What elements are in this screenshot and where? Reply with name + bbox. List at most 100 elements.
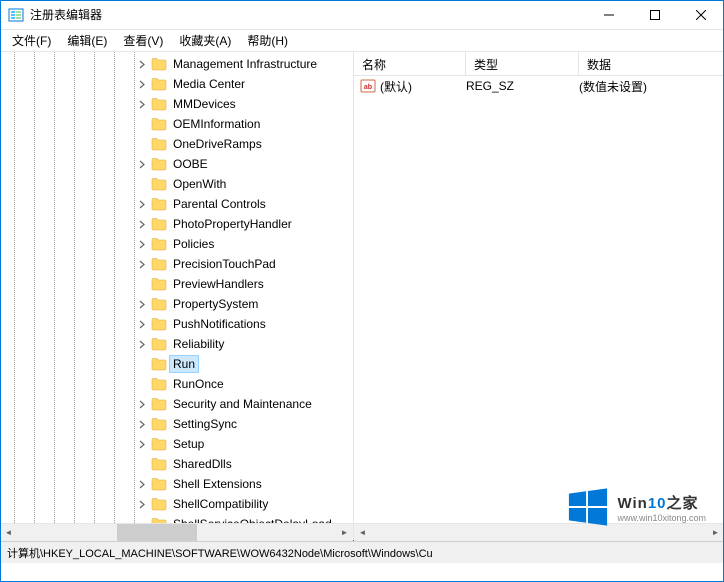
expand-icon[interactable] [135,57,149,71]
menu-help[interactable]: 帮助(H) [239,30,296,51]
tree-horizontal-scrollbar[interactable]: ◄ ► [0,523,353,540]
tree-item[interactable]: Security and Maintenance [135,394,353,414]
value-type: REG_SZ [466,79,579,93]
expand-icon[interactable] [135,77,149,91]
folder-icon [151,77,167,91]
maximize-button[interactable] [632,0,678,30]
scroll-left-icon[interactable]: ◄ [354,524,371,541]
tree-item-label: PreviewHandlers [170,276,267,292]
tree-item[interactable]: PropertySystem [135,294,353,314]
value-name: (默认) [380,78,466,95]
close-button[interactable] [678,0,724,30]
menu-favorites[interactable]: 收藏夹(A) [171,30,239,51]
tree-item[interactable]: Setup [135,434,353,454]
tree-item[interactable]: RunOnce [135,374,353,394]
folder-icon [151,117,167,131]
folder-icon [151,177,167,191]
folder-icon [151,437,167,451]
statusbar-path: 计算机\HKEY_LOCAL_MACHINE\SOFTWARE\WOW6432N… [7,545,433,561]
value-row[interactable]: ab(默认)REG_SZ(数值未设置) [354,76,724,96]
folder-icon [151,457,167,471]
string-value-icon: ab [360,78,376,94]
expand-icon[interactable] [135,97,149,111]
tree-item-label: SharedDlls [170,456,235,472]
statusbar-highlight: 计算机\HKEY_LOCAL_MACHINE\SOFTWARE\WOW6432N… [0,540,724,562]
expand-icon[interactable] [135,497,149,511]
tree-item[interactable]: PhotoPropertyHandler [135,214,353,234]
minimize-button[interactable] [586,0,632,30]
folder-icon [151,137,167,151]
tree-item-label: Management Infrastructure [170,56,320,72]
window-controls [586,0,724,29]
values-pane: 名称 类型 数据 ab(默认)REG_SZ(数值未设置) ◄ ► [354,52,724,540]
tree-item[interactable]: Reliability [135,334,353,354]
tree-item[interactable]: SharedDlls [135,454,353,474]
tree-item-label: OEMInformation [170,116,263,132]
expand-icon[interactable] [135,157,149,171]
tree-item[interactable]: OEMInformation [135,114,353,134]
expand-icon[interactable] [135,257,149,271]
window-title: 注册表编辑器 [30,6,586,23]
tree-item[interactable]: ShellServiceObjectDelayLoad [135,514,353,523]
folder-icon [151,237,167,251]
tree-item-label: Parental Controls [170,196,269,212]
values-horizontal-scrollbar[interactable]: ◄ ► [354,523,724,540]
tree-item-label: OneDriveRamps [170,136,265,152]
expand-icon[interactable] [135,477,149,491]
scroll-right-icon[interactable]: ► [336,524,353,541]
menu-file[interactable]: 文件(F) [4,30,59,51]
folder-icon [151,257,167,271]
column-data[interactable]: 数据 [579,52,724,75]
expand-icon[interactable] [135,417,149,431]
tree-item[interactable]: OneDriveRamps [135,134,353,154]
tree-item-label: Setup [170,436,207,452]
folder-icon [151,217,167,231]
values-list[interactable]: ab(默认)REG_SZ(数值未设置) [354,76,724,523]
tree-item[interactable]: PrecisionTouchPad [135,254,353,274]
expand-icon[interactable] [135,237,149,251]
tree-item[interactable]: Policies [135,234,353,254]
tree-item[interactable]: Parental Controls [135,194,353,214]
scroll-thumb[interactable] [371,524,707,541]
column-type[interactable]: 类型 [466,52,579,75]
tree-item[interactable]: Management Infrastructure [135,54,353,74]
tree-item-label: Run [170,356,198,372]
expand-icon[interactable] [135,437,149,451]
folder-icon [151,297,167,311]
folder-icon [151,517,167,523]
tree-item[interactable]: Run [135,354,353,374]
expand-icon[interactable] [135,337,149,351]
tree-item[interactable]: PreviewHandlers [135,274,353,294]
scroll-left-icon[interactable]: ◄ [0,524,17,541]
tree-item[interactable]: OOBE [135,154,353,174]
tree-item[interactable]: OpenWith [135,174,353,194]
tree-view[interactable]: Management Infrastructure Media Center MMD… [0,52,353,523]
content-area: Management Infrastructure Media Center MMD… [0,52,724,540]
expand-icon[interactable] [135,317,149,331]
scroll-thumb[interactable] [117,524,197,541]
menu-view[interactable]: 查看(V) [115,30,171,51]
scroll-right-icon[interactable]: ► [707,524,724,541]
column-name[interactable]: 名称 [354,52,466,75]
menu-edit[interactable]: 编辑(E) [59,30,115,51]
tree-item-label: MMDevices [170,96,239,112]
tree-item[interactable]: PushNotifications [135,314,353,334]
tree-item-label: ShellCompatibility [170,496,271,512]
folder-icon [151,157,167,171]
expand-icon[interactable] [135,297,149,311]
tree-item-label: Reliability [170,336,227,352]
folder-icon [151,417,167,431]
tree-item[interactable]: MMDevices [135,94,353,114]
tree-item[interactable]: Shell Extensions [135,474,353,494]
tree-item[interactable]: SettingSync [135,414,353,434]
tree-item-label: Media Center [170,76,248,92]
tree-item[interactable]: ShellCompatibility [135,494,353,514]
folder-icon [151,277,167,291]
folder-icon [151,477,167,491]
folder-icon [151,197,167,211]
expand-icon[interactable] [135,397,149,411]
expand-icon[interactable] [135,217,149,231]
tree-item[interactable]: Media Center [135,74,353,94]
expand-icon[interactable] [135,197,149,211]
tree-item-label: PushNotifications [170,316,269,332]
